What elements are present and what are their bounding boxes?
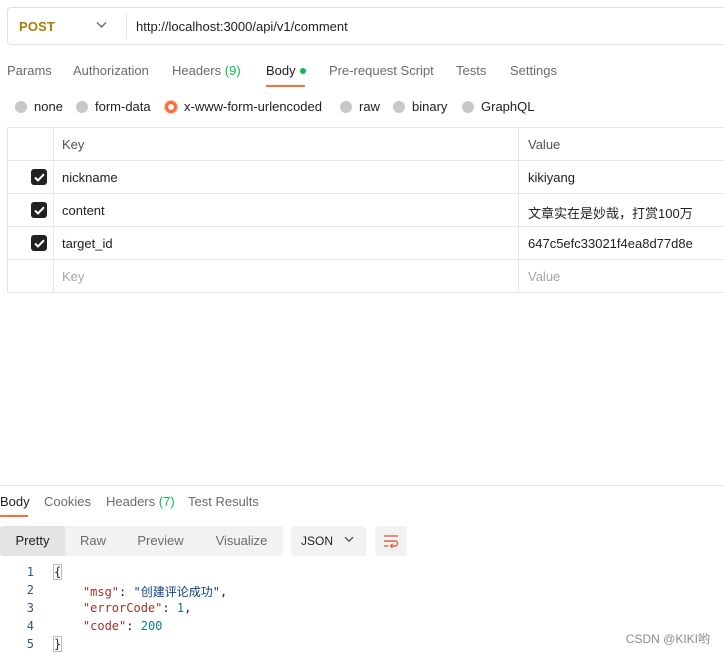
column-header-value: Value — [528, 137, 561, 152]
radio-circle — [76, 100, 88, 113]
radio-circle — [340, 100, 352, 113]
url-divider — [126, 14, 127, 38]
code-line: "errorCode": 1, — [82, 601, 192, 615]
response-divider[interactable] — [0, 485, 724, 486]
line-number: 4 — [26, 619, 34, 633]
line-number: 2 — [26, 583, 34, 597]
row-key[interactable]: content — [62, 203, 105, 218]
row-value[interactable]: 647c5efc33021f4ea8d77d8e — [528, 236, 693, 251]
radio-circle — [15, 100, 27, 113]
row-checkbox[interactable] — [31, 235, 47, 251]
wrap-lines-button[interactable] — [375, 526, 407, 556]
response-tab-cookies[interactable]: Cookies — [44, 494, 91, 509]
view-mode-visualize[interactable]: Visualize — [200, 526, 283, 556]
line-number: 1 — [26, 565, 34, 579]
row-checkbox[interactable] — [31, 169, 47, 185]
table-row: content 文章实在是妙哉，打赏100万 — [8, 194, 724, 227]
view-mode-preview[interactable]: Preview — [121, 526, 200, 556]
method-label: POST — [19, 18, 56, 34]
tab-params[interactable]: Params — [7, 63, 52, 78]
radio-graphql-label: GraphQL — [481, 99, 535, 114]
format-dropdown[interactable]: JSON — [291, 526, 366, 556]
code-line: { — [52, 564, 63, 580]
column-divider — [518, 128, 519, 292]
json-number: 1 — [176, 601, 185, 615]
response-tab-test-results[interactable]: Test Results — [188, 494, 259, 509]
radio-form-data[interactable]: form-data — [76, 99, 151, 114]
table-row-new: Key Value — [8, 260, 724, 293]
row-value[interactable]: 文章实在是妙哉，打赏100万 — [528, 203, 693, 222]
request-url-bar: POST http://localhost:3000/api/v1/commen… — [7, 7, 724, 45]
column-header-key: Key — [62, 137, 85, 152]
close-brace: } — [52, 636, 63, 652]
url-input[interactable]: http://localhost:3000/api/v1/comment — [136, 19, 348, 34]
active-tab-underline — [266, 85, 305, 87]
radio-circle-selected — [165, 100, 177, 113]
chevron-down-icon — [344, 536, 354, 543]
radio-circle — [462, 100, 474, 113]
response-tab-headers-count: (7) — [158, 494, 175, 509]
row-key[interactable]: nickname — [62, 170, 118, 185]
new-value-input[interactable]: Value — [528, 269, 560, 284]
line-number: 3 — [26, 601, 34, 615]
radio-graphql[interactable]: GraphQL — [462, 99, 534, 114]
json-key: "msg" — [82, 585, 120, 599]
code-line: } — [52, 636, 63, 652]
view-mode-raw[interactable]: Raw — [65, 526, 121, 556]
format-label: JSON — [301, 534, 334, 548]
wrap-lines-icon — [384, 535, 399, 548]
row-value[interactable]: kikiyang — [528, 170, 575, 185]
json-number: 200 — [140, 619, 163, 633]
column-divider — [53, 128, 54, 292]
row-key[interactable]: target_id — [62, 236, 113, 251]
table-header-row: Key Value — [8, 128, 724, 161]
body-indicator-dot — [299, 67, 306, 74]
open-brace: { — [52, 564, 63, 580]
checkmark-icon — [33, 173, 45, 182]
watermark: CSDN @KIKI哟 — [625, 632, 710, 646]
tab-tests[interactable]: Tests — [456, 63, 486, 78]
radio-none-label: none — [34, 99, 63, 114]
tab-headers-label: Headers — [172, 63, 222, 78]
tab-headers-count: (9) — [224, 63, 241, 78]
line-number: 5 — [26, 637, 34, 651]
json-key: "code" — [82, 619, 127, 633]
checkmark-icon — [33, 239, 45, 248]
new-key-input[interactable]: Key — [62, 269, 84, 284]
params-table: Key Value nickname kikiyang content 文章实在… — [7, 127, 724, 293]
tab-settings[interactable]: Settings — [510, 63, 557, 78]
table-row: target_id 647c5efc33021f4ea8d77d8e — [8, 227, 724, 260]
response-tab-body[interactable]: Body — [0, 494, 30, 509]
radio-form-data-label: form-data — [95, 99, 151, 114]
radio-x-www-form-urlencoded[interactable]: x-www-form-urlencoded — [165, 99, 322, 114]
row-checkbox[interactable] — [31, 202, 47, 218]
tab-pre-request-script[interactable]: Pre-request Script — [329, 63, 434, 78]
tab-body-label: Body — [266, 63, 296, 78]
tab-body[interactable]: Body — [266, 63, 306, 78]
json-key: "errorCode" — [82, 601, 163, 615]
radio-urlencoded-label: x-www-form-urlencoded — [184, 99, 322, 114]
checkmark-icon — [33, 206, 45, 215]
code-line: "code": 200 — [82, 619, 163, 633]
radio-raw[interactable]: raw — [340, 99, 380, 114]
tab-headers[interactable]: Headers (9) — [172, 63, 241, 78]
active-response-tab-underline — [0, 515, 28, 517]
radio-circle — [393, 100, 405, 113]
tab-authorization[interactable]: Authorization — [73, 63, 149, 78]
json-string: "创建评论成功" — [133, 585, 220, 599]
response-tab-headers-label: Headers — [106, 494, 156, 509]
table-row: nickname kikiyang — [8, 161, 724, 194]
response-tab-headers[interactable]: Headers (7) — [106, 494, 175, 509]
radio-binary[interactable]: binary — [393, 99, 447, 114]
radio-raw-label: raw — [359, 99, 380, 114]
method-dropdown[interactable]: POST — [8, 8, 126, 44]
view-mode-segmented: Pretty Raw Preview Visualize — [0, 526, 283, 556]
code-line: "msg": "创建评论成功", — [82, 585, 228, 599]
radio-none[interactable]: none — [15, 99, 63, 114]
view-mode-pretty[interactable]: Pretty — [0, 526, 65, 556]
radio-binary-label: binary — [412, 99, 448, 114]
chevron-down-icon — [96, 22, 107, 28]
